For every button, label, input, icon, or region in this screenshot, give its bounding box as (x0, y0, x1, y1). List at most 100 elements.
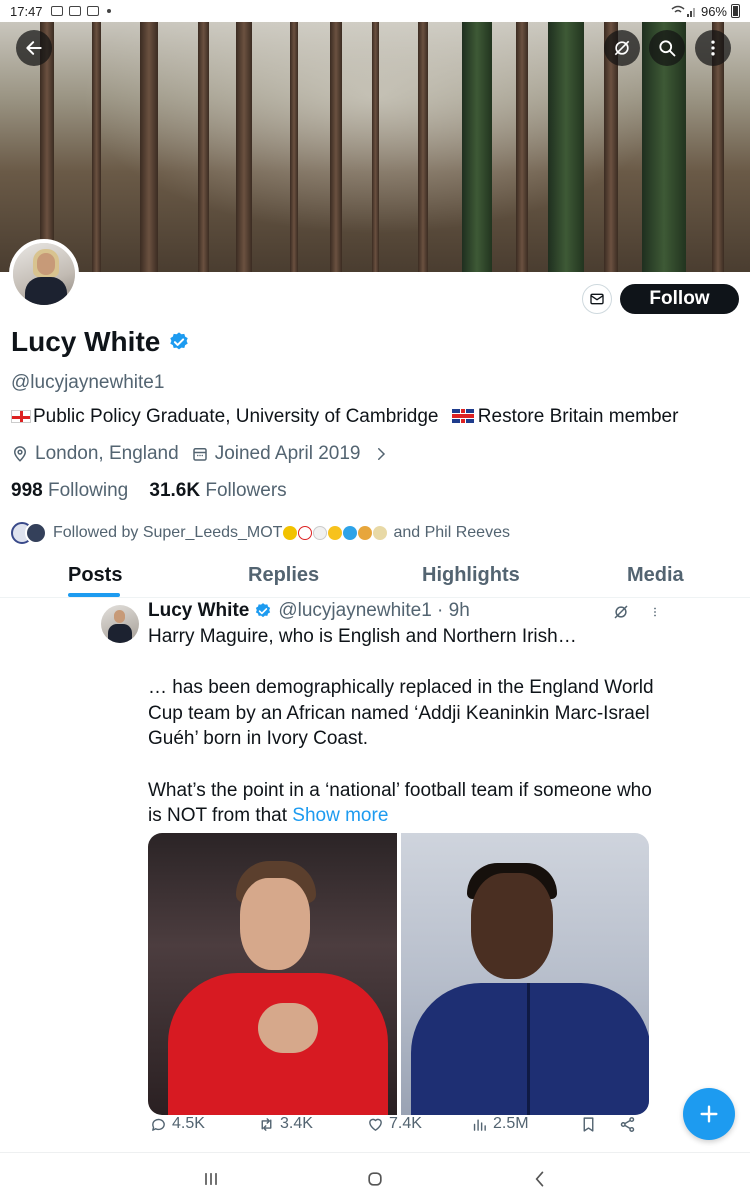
emoji-icon (358, 526, 373, 540)
grok-icon[interactable] (612, 603, 630, 621)
grok-button[interactable] (604, 30, 640, 66)
profile-joined: Joined April 2019 (191, 443, 361, 465)
show-more-link[interactable]: Show more (292, 805, 388, 826)
follow-button[interactable]: Follow (620, 284, 739, 314)
share-button[interactable] (619, 1116, 636, 1133)
like-count: 7.4K (389, 1115, 422, 1132)
tweet-author-avatar[interactable] (101, 605, 139, 643)
bio-part-2: Restore Britain member (477, 406, 679, 427)
share-icon (620, 1116, 635, 1132)
emoji-icon (313, 526, 328, 540)
more-options-button[interactable] (695, 30, 731, 66)
more-vertical-icon[interactable] (648, 603, 662, 621)
wifi-signal-icon (671, 5, 695, 17)
tweet-paragraph-1: Harry Maguire, who is English and Northe… (148, 626, 577, 647)
tab-posts[interactable]: Posts (68, 564, 122, 587)
followed-by-prefix: Followed by Super_Leeds_MOT (53, 524, 283, 541)
followers-count: 31.6K (149, 480, 201, 501)
profile-display-name: Lucy White (11, 326, 190, 358)
tweet-paragraph-3-text: What’s the point in a ‘national’ footbal… (148, 779, 652, 827)
bio-part-1: Public Policy Graduate, University of Ca… (33, 406, 439, 427)
active-tab-indicator (68, 593, 120, 597)
joined-text: Joined April 2019 (214, 443, 361, 464)
follower-avatar (25, 522, 47, 544)
tab-highlights[interactable]: Highlights (422, 564, 520, 587)
tweet-image-left[interactable] (148, 833, 397, 1115)
profile-location: London, England (11, 443, 179, 465)
back-arrow-icon (26, 41, 42, 55)
following-count: 998 (11, 480, 43, 501)
like-icon (369, 1118, 382, 1131)
mail-icon (590, 293, 604, 305)
battery-percent: 96% (700, 3, 727, 19)
repost-button[interactable]: 3.4K (258, 1115, 313, 1133)
profile-bio: Public Policy Graduate, University of Ca… (11, 406, 678, 428)
battery-icon (731, 4, 740, 18)
tweet-image-right[interactable] (400, 833, 649, 1115)
followers-link[interactable]: 31.6K Followers (149, 480, 286, 501)
follow-stats: 998 Following 31.6K Followers (11, 480, 287, 502)
tab-replies[interactable]: Replies (248, 564, 319, 587)
bookmark-icon (583, 1116, 594, 1132)
system-nav-bar (0, 1152, 750, 1200)
following-label: Following (47, 480, 129, 501)
profile-banner[interactable] (0, 22, 750, 272)
uk-flag-icon (451, 409, 474, 423)
reply-count: 4.5K (172, 1115, 205, 1132)
status-bar: 17:47 96% (0, 0, 750, 22)
tweet-author-name[interactable]: Lucy White (148, 600, 249, 622)
tweet-header: Lucy White @lucyjaynewhite1 · 9h (148, 600, 470, 622)
reply-icon (152, 1118, 165, 1131)
verified-icon (256, 603, 271, 618)
verified-icon[interactable] (168, 331, 190, 353)
app-notification-icon (86, 6, 99, 16)
profile-avatar[interactable] (9, 239, 79, 309)
location-icon (13, 446, 27, 462)
views-icon (473, 1119, 486, 1131)
reply-button[interactable]: 4.5K (150, 1115, 205, 1133)
emoji-icon (373, 526, 388, 540)
calendar-icon (192, 448, 207, 461)
chevron-left-icon (535, 1171, 544, 1187)
tab-media[interactable]: Media (627, 564, 684, 587)
profile-handle: @lucyjaynewhite1 (11, 372, 165, 393)
followed-by-row[interactable]: Followed by Super_Leeds_MOT and Phil Ree… (11, 522, 510, 544)
views-count: 2.5M (493, 1115, 529, 1132)
more-vertical-icon (711, 40, 715, 56)
back-button[interactable] (16, 30, 52, 66)
following-link[interactable]: 998 Following (11, 480, 128, 501)
tweet-media[interactable] (148, 833, 649, 1115)
chevron-right-icon[interactable] (372, 445, 390, 463)
repost-count: 3.4K (280, 1115, 313, 1132)
like-button[interactable]: 7.4K (367, 1115, 422, 1133)
views-button[interactable]: 2.5M (471, 1115, 529, 1133)
tweet-paragraph-2: … has been demographically replaced in t… (148, 677, 654, 750)
message-button[interactable] (582, 284, 612, 314)
compose-post-button[interactable] (683, 1088, 735, 1140)
emoji-icon (283, 526, 298, 540)
profile-meta: London, England Joined April 2019 (11, 443, 396, 465)
england-flag-icon (11, 410, 31, 423)
plus-icon (700, 1105, 718, 1123)
grok-icon (614, 40, 630, 56)
search-button[interactable] (649, 30, 685, 66)
location-text: London, England (35, 443, 179, 464)
tweet-top-actions (612, 603, 662, 621)
message-notification-icon (68, 6, 81, 16)
tweet-handle-time: @lucyjaynewhite1 · 9h (278, 600, 470, 621)
tweet-text[interactable]: Harry Maguire, who is English and Northe… (148, 624, 668, 829)
search-icon (659, 40, 676, 57)
gallery-notification-icon (50, 6, 63, 16)
tweet-paragraph-3: What’s the point in a ‘national’ footbal… (148, 778, 668, 829)
followers-label: Followers (205, 480, 287, 501)
emoji-icon (328, 526, 343, 540)
emoji-icon (298, 526, 313, 540)
display-name-text: Lucy White (11, 326, 161, 357)
home-button[interactable] (363, 1167, 387, 1191)
more-notifications-dot-icon (106, 9, 111, 13)
bookmark-button[interactable] (580, 1116, 597, 1133)
recent-apps-button[interactable] (199, 1167, 223, 1191)
system-back-button[interactable] (528, 1167, 552, 1191)
followed-by-suffix: and Phil Reeves (393, 524, 510, 541)
recent-apps-icon (205, 1173, 217, 1185)
